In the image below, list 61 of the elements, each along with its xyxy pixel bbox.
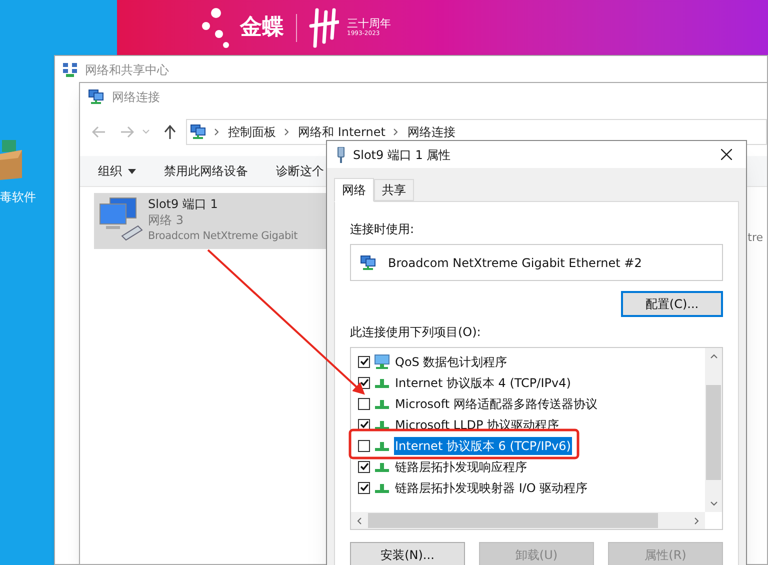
tab[interactable]: 共享 <box>374 179 414 201</box>
checkbox[interactable] <box>358 418 370 430</box>
caret-icon <box>128 168 136 174</box>
network-protocol-icon <box>374 482 390 494</box>
network-center-icon <box>63 62 77 76</box>
field-label: 连接时使用: <box>350 221 416 238</box>
network-name: 网络 3 <box>148 212 184 228</box>
up-arrow-icon[interactable] <box>164 125 176 139</box>
dots-logo-icon <box>202 8 232 48</box>
dialog-title: Slot9 端口 1 属性 <box>353 146 451 164</box>
adapter-text: Broadcom NetXtreme Gigabit Ethernet #2 <box>388 254 642 272</box>
field-label: 此连接使用下列项目(O): <box>350 324 482 341</box>
checkbox[interactable] <box>358 440 370 452</box>
toolbar-button[interactable]: 诊断这个 <box>276 162 324 180</box>
logo-text: 金蝶 <box>240 14 284 42</box>
toolbar-button[interactable]: 禁用此网络设备 <box>164 162 248 180</box>
chevron-right-icon <box>393 128 400 136</box>
tab[interactable]: 网络 <box>334 178 374 202</box>
breadcrumb-item[interactable]: 网络和 Internet <box>298 123 386 141</box>
connector-icon <box>337 146 345 162</box>
device-name: tre <box>748 230 763 246</box>
close-icon <box>720 149 732 160</box>
anniversary-logo-icon <box>309 8 339 48</box>
monitor-icon <box>374 354 390 370</box>
device-name: Broadcom NetXtreme Gigabit <box>148 229 298 244</box>
chevron-left-icon[interactable] <box>357 516 362 524</box>
checkbox[interactable] <box>358 356 370 368</box>
network-icon <box>360 254 376 270</box>
toolbar-button[interactable]: 组织 <box>98 162 136 180</box>
list-item[interactable]: Internet 协议版本 6 (TCP/IPv6) <box>394 436 572 454</box>
chevron-up-icon[interactable] <box>710 354 718 359</box>
list-item[interactable]: Internet 协议版本 4 (TCP/IPv4) <box>394 374 572 392</box>
checkbox[interactable] <box>358 398 370 410</box>
breadcrumb-item[interactable]: 控制面板 <box>228 123 276 141</box>
window-title: 网络和共享中心 <box>85 62 169 78</box>
chevron-down-icon[interactable] <box>710 501 718 506</box>
chevron-right-icon[interactable] <box>694 516 699 524</box>
chevron-right-icon <box>284 128 290 136</box>
box-icon <box>0 138 22 182</box>
checkbox[interactable] <box>358 460 370 472</box>
anniversary-text: 三十周年 <box>347 18 391 29</box>
network-protocol-icon <box>374 460 390 472</box>
breadcrumb-item[interactable]: 网络连接 <box>407 123 456 141</box>
network-protocol-icon <box>374 376 390 388</box>
horizontal-scrollbar[interactable] <box>351 512 705 529</box>
window-title: 网络连接 <box>112 88 160 106</box>
checkbox[interactable] <box>358 482 370 494</box>
vertical-scrollbar[interactable] <box>705 348 722 512</box>
configure-button[interactable]: 配置(C)... <box>621 291 723 317</box>
list-item[interactable]: Microsoft 网络适配器多路传送器协议 <box>394 394 598 412</box>
chevron-right-icon <box>214 128 220 136</box>
network-icon <box>88 88 104 104</box>
network-icon <box>190 124 206 140</box>
network-protocol-icon <box>374 440 390 452</box>
list-item[interactable]: 链路层拓扑发现响应程序 <box>394 458 528 476</box>
list-item[interactable]: QoS 数据包计划程序 <box>394 352 508 370</box>
network-protocol-icon <box>374 398 390 410</box>
list-item[interactable]: 链路层拓扑发现映射器 I/O 驱动程序 <box>394 478 589 496</box>
dialog-button[interactable]: 安装(N)... <box>350 542 465 565</box>
network-protocol-icon <box>374 418 390 430</box>
adapter-name: Slot9 端口 1 <box>148 196 219 212</box>
